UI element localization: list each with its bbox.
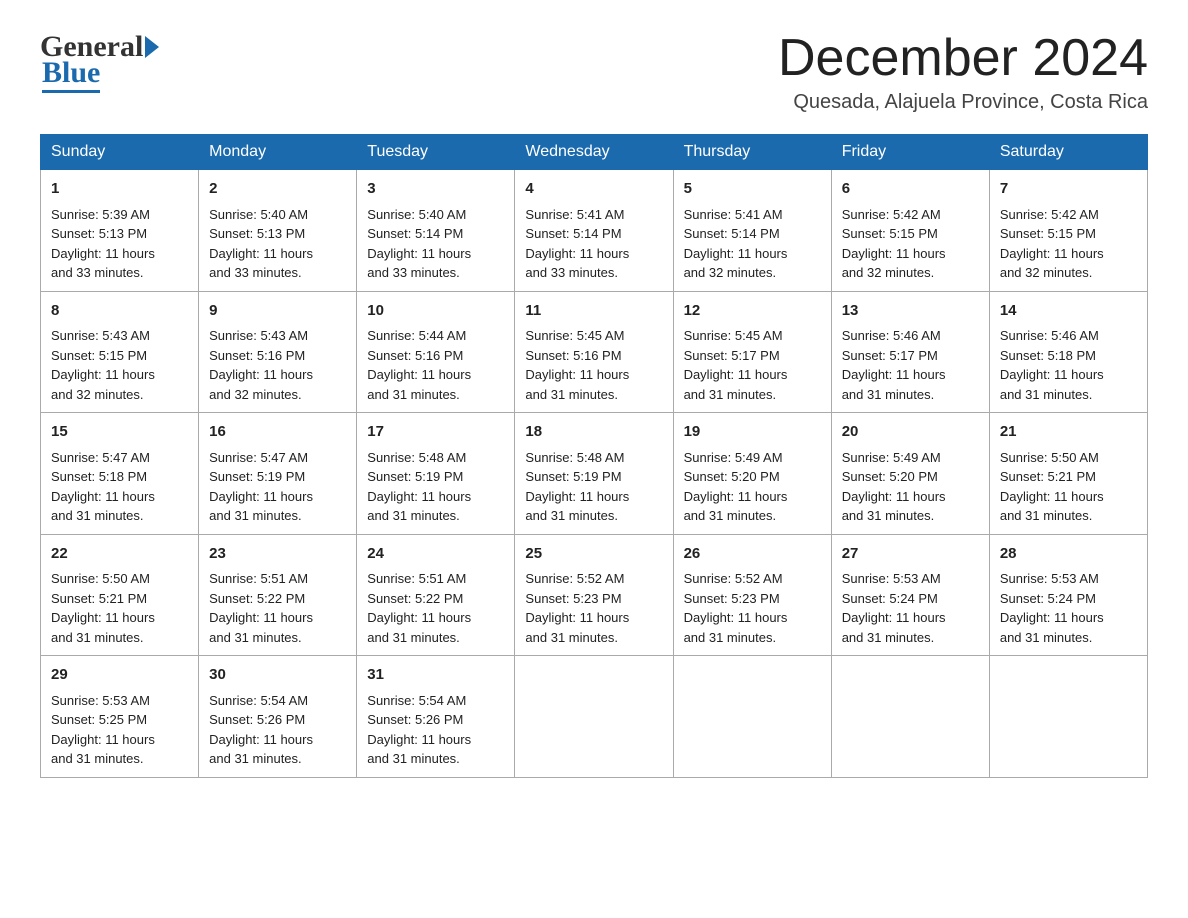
page-header: General Blue December 2024 Quesada, Alaj… xyxy=(40,30,1148,114)
calendar-cell: 4Sunrise: 5:41 AMSunset: 5:14 PMDaylight… xyxy=(515,170,673,292)
calendar-cell: 26Sunrise: 5:52 AMSunset: 5:23 PMDayligh… xyxy=(673,534,831,656)
calendar-cell: 7Sunrise: 5:42 AMSunset: 5:15 PMDaylight… xyxy=(989,170,1147,292)
day-number: 31 xyxy=(367,664,504,687)
calendar-header-row: SundayMondayTuesdayWednesdayThursdayFrid… xyxy=(41,135,1148,170)
day-number: 22 xyxy=(51,543,188,566)
day-number: 5 xyxy=(684,178,821,201)
calendar-day-header: Wednesday xyxy=(515,135,673,170)
calendar-cell: 13Sunrise: 5:46 AMSunset: 5:17 PMDayligh… xyxy=(831,291,989,413)
day-number: 1 xyxy=(51,178,188,201)
day-number: 7 xyxy=(1000,178,1137,201)
calendar-cell: 9Sunrise: 5:43 AMSunset: 5:16 PMDaylight… xyxy=(199,291,357,413)
calendar-week-row: 15Sunrise: 5:47 AMSunset: 5:18 PMDayligh… xyxy=(41,413,1148,535)
calendar-cell xyxy=(831,656,989,778)
day-number: 15 xyxy=(51,421,188,444)
calendar-day-header: Saturday xyxy=(989,135,1147,170)
day-number: 30 xyxy=(209,664,346,687)
day-number: 10 xyxy=(367,300,504,323)
day-number: 6 xyxy=(842,178,979,201)
calendar-cell: 18Sunrise: 5:48 AMSunset: 5:19 PMDayligh… xyxy=(515,413,673,535)
day-number: 14 xyxy=(1000,300,1137,323)
calendar-cell: 24Sunrise: 5:51 AMSunset: 5:22 PMDayligh… xyxy=(357,534,515,656)
day-number: 29 xyxy=(51,664,188,687)
calendar-cell: 28Sunrise: 5:53 AMSunset: 5:24 PMDayligh… xyxy=(989,534,1147,656)
calendar-day-header: Sunday xyxy=(41,135,199,170)
calendar-cell: 16Sunrise: 5:47 AMSunset: 5:19 PMDayligh… xyxy=(199,413,357,535)
day-number: 13 xyxy=(842,300,979,323)
calendar-cell xyxy=(989,656,1147,778)
calendar-cell: 5Sunrise: 5:41 AMSunset: 5:14 PMDaylight… xyxy=(673,170,831,292)
calendar-week-row: 1Sunrise: 5:39 AMSunset: 5:13 PMDaylight… xyxy=(41,170,1148,292)
day-number: 9 xyxy=(209,300,346,323)
day-number: 25 xyxy=(525,543,662,566)
day-number: 27 xyxy=(842,543,979,566)
day-number: 3 xyxy=(367,178,504,201)
day-number: 26 xyxy=(684,543,821,566)
day-number: 4 xyxy=(525,178,662,201)
calendar-day-header: Tuesday xyxy=(357,135,515,170)
calendar-cell: 3Sunrise: 5:40 AMSunset: 5:14 PMDaylight… xyxy=(357,170,515,292)
day-number: 19 xyxy=(684,421,821,444)
calendar-cell: 12Sunrise: 5:45 AMSunset: 5:17 PMDayligh… xyxy=(673,291,831,413)
calendar-cell: 29Sunrise: 5:53 AMSunset: 5:25 PMDayligh… xyxy=(41,656,199,778)
calendar-cell: 21Sunrise: 5:50 AMSunset: 5:21 PMDayligh… xyxy=(989,413,1147,535)
day-number: 11 xyxy=(525,300,662,323)
calendar-cell xyxy=(515,656,673,778)
day-number: 20 xyxy=(842,421,979,444)
calendar-cell: 22Sunrise: 5:50 AMSunset: 5:21 PMDayligh… xyxy=(41,534,199,656)
calendar-day-header: Thursday xyxy=(673,135,831,170)
calendar-table: SundayMondayTuesdayWednesdayThursdayFrid… xyxy=(40,134,1148,778)
day-number: 28 xyxy=(1000,543,1137,566)
day-number: 24 xyxy=(367,543,504,566)
logo-blue-text: Blue xyxy=(42,56,100,93)
calendar-cell: 11Sunrise: 5:45 AMSunset: 5:16 PMDayligh… xyxy=(515,291,673,413)
day-number: 8 xyxy=(51,300,188,323)
calendar-cell: 2Sunrise: 5:40 AMSunset: 5:13 PMDaylight… xyxy=(199,170,357,292)
day-number: 16 xyxy=(209,421,346,444)
calendar-cell: 15Sunrise: 5:47 AMSunset: 5:18 PMDayligh… xyxy=(41,413,199,535)
calendar-cell: 27Sunrise: 5:53 AMSunset: 5:24 PMDayligh… xyxy=(831,534,989,656)
day-number: 2 xyxy=(209,178,346,201)
calendar-cell: 31Sunrise: 5:54 AMSunset: 5:26 PMDayligh… xyxy=(357,656,515,778)
calendar-week-row: 8Sunrise: 5:43 AMSunset: 5:15 PMDaylight… xyxy=(41,291,1148,413)
calendar-cell: 17Sunrise: 5:48 AMSunset: 5:19 PMDayligh… xyxy=(357,413,515,535)
day-number: 23 xyxy=(209,543,346,566)
calendar-cell: 30Sunrise: 5:54 AMSunset: 5:26 PMDayligh… xyxy=(199,656,357,778)
calendar-cell: 10Sunrise: 5:44 AMSunset: 5:16 PMDayligh… xyxy=(357,291,515,413)
logo-triangle-icon xyxy=(145,36,159,58)
calendar-cell: 19Sunrise: 5:49 AMSunset: 5:20 PMDayligh… xyxy=(673,413,831,535)
day-number: 18 xyxy=(525,421,662,444)
location-text: Quesada, Alajuela Province, Costa Rica xyxy=(778,91,1148,114)
calendar-cell: 14Sunrise: 5:46 AMSunset: 5:18 PMDayligh… xyxy=(989,291,1147,413)
calendar-day-header: Monday xyxy=(199,135,357,170)
calendar-day-header: Friday xyxy=(831,135,989,170)
calendar-cell: 8Sunrise: 5:43 AMSunset: 5:15 PMDaylight… xyxy=(41,291,199,413)
calendar-cell xyxy=(673,656,831,778)
calendar-cell: 23Sunrise: 5:51 AMSunset: 5:22 PMDayligh… xyxy=(199,534,357,656)
calendar-cell: 6Sunrise: 5:42 AMSunset: 5:15 PMDaylight… xyxy=(831,170,989,292)
logo: General Blue xyxy=(40,30,160,93)
calendar-week-row: 29Sunrise: 5:53 AMSunset: 5:25 PMDayligh… xyxy=(41,656,1148,778)
day-number: 12 xyxy=(684,300,821,323)
title-block: December 2024 Quesada, Alajuela Province… xyxy=(778,30,1148,114)
day-number: 17 xyxy=(367,421,504,444)
month-title: December 2024 xyxy=(778,30,1148,87)
calendar-cell: 20Sunrise: 5:49 AMSunset: 5:20 PMDayligh… xyxy=(831,413,989,535)
calendar-cell: 1Sunrise: 5:39 AMSunset: 5:13 PMDaylight… xyxy=(41,170,199,292)
calendar-week-row: 22Sunrise: 5:50 AMSunset: 5:21 PMDayligh… xyxy=(41,534,1148,656)
calendar-cell: 25Sunrise: 5:52 AMSunset: 5:23 PMDayligh… xyxy=(515,534,673,656)
day-number: 21 xyxy=(1000,421,1137,444)
